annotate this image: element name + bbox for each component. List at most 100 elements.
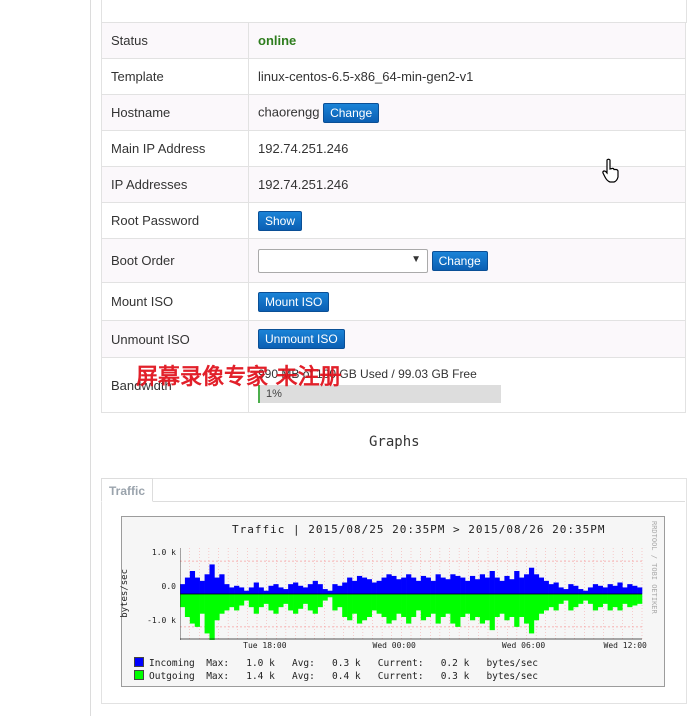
incoming-bar [602, 587, 608, 594]
incoming-bar [327, 590, 333, 594]
outgoing-bar [234, 594, 240, 611]
incoming-bar [445, 579, 451, 594]
outgoing-bar [199, 594, 205, 614]
legend-outgoing: Outgoing Max: 1.4 k Avg: 0.4 k Current: … [134, 670, 538, 682]
outgoing-bar [479, 594, 486, 624]
main-ip-value: 192.74.251.246 [258, 141, 349, 156]
hostname-value: chaorengg [258, 103, 320, 119]
incoming-bar [322, 589, 328, 594]
dropdown-arrow-icon: ▼ [411, 253, 421, 265]
show-password-button[interactable]: Show [258, 210, 303, 231]
incoming-bar [415, 580, 422, 594]
main-ip-label: Main IP Address [101, 130, 249, 167]
incoming-swatch [134, 657, 144, 667]
incoming-bar [317, 584, 323, 594]
incoming-bar [337, 585, 343, 594]
outgoing-bar [474, 594, 481, 617]
outgoing-bar [371, 594, 377, 611]
incoming-bar [440, 577, 446, 594]
hostname-label: Hostname [101, 94, 249, 131]
tab-traffic[interactable]: Traffic [101, 478, 153, 502]
incoming-bar [504, 575, 510, 594]
incoming-bar [622, 587, 628, 594]
incoming-bar [371, 582, 377, 594]
incoming-bar [234, 585, 240, 594]
outgoing-bar [297, 594, 304, 609]
incoming-bar [587, 587, 594, 594]
outgoing-bar [524, 594, 530, 624]
mount-iso-button[interactable]: Mount ISO [258, 291, 330, 312]
unmount-iso-label: Unmount ISO [101, 320, 249, 358]
outgoing-bar [538, 594, 545, 614]
root-password-label: Root Password [101, 202, 249, 239]
outgoing-bar [533, 594, 540, 621]
incoming-bar [312, 580, 318, 594]
incoming-bar [258, 587, 264, 594]
incoming-bar [420, 575, 427, 594]
row-template: Template linux-centos-6.5-x86_64-min-gen… [101, 58, 686, 95]
row-hostname: Hostname chaorengg Change [101, 94, 686, 131]
outgoing-bar [219, 594, 225, 614]
change-boot-order-button[interactable]: Change [431, 250, 488, 271]
outgoing-bar [288, 594, 294, 611]
incoming-bar [597, 585, 603, 594]
outgoing-bar [509, 594, 515, 617]
outgoing-bar [450, 594, 456, 624]
outgoing-bar [607, 594, 613, 611]
legend-incoming: Incoming Max: 1.0 k Avg: 0.3 k Current: … [134, 657, 538, 669]
incoming-bar [578, 589, 584, 594]
outgoing-bar [381, 594, 387, 617]
incoming-bar [489, 571, 495, 594]
outgoing-bar [194, 594, 200, 627]
outgoing-bar [238, 594, 245, 606]
status-label: Status [101, 22, 249, 59]
outgoing-bar [214, 594, 220, 621]
incoming-bar [612, 585, 618, 594]
outgoing-bar [307, 594, 314, 611]
incoming-bar [479, 574, 486, 594]
row-main-ip: Main IP Address 192.74.251.246 [101, 130, 686, 167]
incoming-bar [273, 584, 279, 594]
outgoing-bar [558, 594, 564, 604]
outgoing-bar [204, 594, 210, 634]
incoming-bar [583, 590, 589, 594]
outgoing-bar [180, 594, 186, 608]
incoming-bar [524, 574, 530, 594]
incoming-bar [224, 584, 230, 594]
rrdtool-credit: RRDTOOL / TOBI OETIKER [650, 521, 658, 614]
incoming-bar [514, 571, 520, 594]
outgoing-bar [519, 594, 525, 617]
y-tick-label: -1.0 k [147, 616, 176, 625]
incoming-bar [563, 589, 569, 594]
incoming-bar [411, 577, 417, 594]
ip-addresses-value: 192.74.251.246 [258, 177, 349, 192]
outgoing-bar [553, 594, 559, 611]
outgoing-bar [499, 594, 505, 614]
y-axis-label: bytes/sec [120, 569, 130, 618]
boot-order-select[interactable]: ▼ [258, 248, 428, 273]
incoming-bar [632, 585, 638, 594]
change-hostname-button[interactable]: Change [323, 102, 380, 123]
outgoing-bar [268, 594, 274, 611]
incoming-bar [494, 577, 500, 594]
graphs-heading: Graphs [369, 434, 420, 450]
outgoing-bar [435, 594, 441, 624]
incoming-bar [553, 582, 559, 594]
x-tick-label: Wed 06:00 [501, 641, 546, 650]
page-left-border [90, 0, 91, 716]
incoming-bar [425, 577, 431, 594]
outgoing-bar [322, 594, 328, 601]
outgoing-bar [401, 594, 407, 617]
incoming-bar [189, 571, 196, 594]
hand-cursor-icon [602, 158, 619, 183]
incoming-bar [592, 584, 599, 594]
server-info-table: Status online Template linux-centos-6.5-… [101, 22, 686, 413]
outgoing-bar [587, 594, 594, 604]
incoming-bar [484, 577, 490, 594]
unmount-iso-button[interactable]: Unmount ISO [258, 329, 345, 349]
incoming-bar [184, 577, 191, 594]
outgoing-bar [528, 594, 535, 634]
outgoing-bar [627, 594, 633, 608]
incoming-bar [450, 574, 456, 594]
y-tick-label: 1.0 k [151, 548, 176, 557]
